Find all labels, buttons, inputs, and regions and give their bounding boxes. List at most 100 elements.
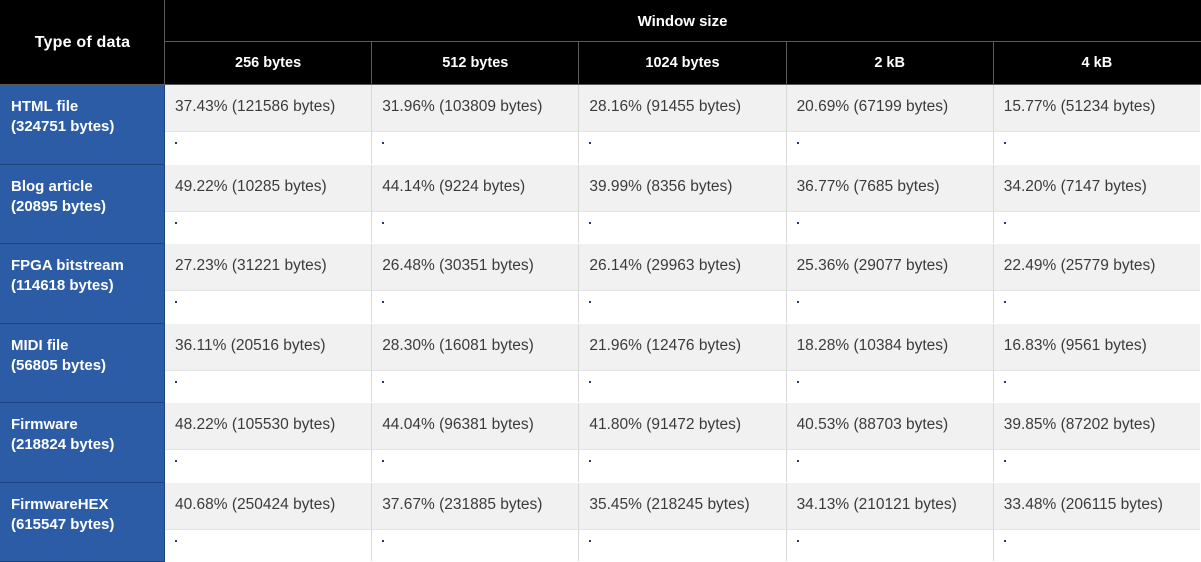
bar-fill: [1003, 142, 1006, 144]
row-label-5: FirmwareHEX (615547 bytes): [0, 481, 165, 562]
row-label-0: HTML file (324751 bytes): [0, 84, 165, 165]
table-body: HTML file (324751 bytes) 37.43% (121586 by…: [0, 84, 1201, 562]
header-col-512: 512 bytes: [371, 41, 580, 85]
row-label-name: Firmware: [11, 416, 78, 433]
data-cell: 27.23% (31221 bytes): [163, 243, 373, 324]
table-row: HTML file (324751 bytes) 37.43% (121586 by…: [0, 84, 1201, 165]
cell-bar-wrapper: [579, 529, 786, 552]
cell-bar-wrapper: [372, 529, 579, 552]
cell-bar-wrapper: [165, 370, 372, 393]
cell-value-text: 34.13% (210121 bytes): [786, 482, 993, 530]
cell-bar-wrapper: [372, 211, 579, 234]
row-label-size: (56805 bytes): [11, 356, 107, 374]
cell-value-text: 20.69% (67199 bytes): [786, 85, 993, 132]
cell-bar-wrapper: [786, 211, 993, 234]
data-cell: 40.68% (250424 bytes): [163, 481, 373, 562]
bar-fill: [382, 380, 385, 383]
bar-fill: [1003, 460, 1006, 462]
bar-fill: [589, 539, 592, 542]
data-cell: 26.48% (30351 bytes): [371, 243, 580, 324]
cell-bar-wrapper: [165, 529, 372, 552]
row-label-2: FPGA bitstream (114618 bytes): [0, 243, 165, 324]
cell-bar-wrapper: [786, 370, 993, 393]
cell-value-text: 41.80% (91472 bytes): [579, 403, 786, 450]
table-row: Blog article (20895 bytes) 49.22% (10285 b…: [0, 163, 1201, 244]
bar-fill: [796, 539, 799, 542]
cell-bar-wrapper: [372, 291, 579, 313]
comparison-table-container: Type of data Window size 256 bytes 512 b…: [0, 0, 1201, 562]
data-cell: 49.22% (10285 bytes): [163, 163, 373, 244]
table-row: FPGA bitstream (114618 bytes) 27.23% (3122…: [0, 243, 1201, 324]
data-cell: 20.69% (67199 bytes): [785, 84, 994, 165]
header-col-1024: 1024 bytes: [578, 41, 787, 85]
bar-fill: [175, 380, 177, 383]
row-label-name: FirmwareHEX: [11, 495, 109, 513]
data-cell: 21.96% (12476 bytes): [578, 322, 787, 403]
header-type-of-data: Type of data: [0, 0, 165, 85]
cell-value-text: 26.14% (29963 bytes): [579, 244, 786, 291]
cell-bar-wrapper: [579, 291, 786, 313]
bar-fill: [382, 539, 385, 542]
cell-bar-wrapper: [372, 450, 579, 472]
cell-value-text: 37.67% (231885 bytes): [372, 482, 579, 530]
cell-value-text: 48.22% (105530 bytes): [165, 403, 372, 450]
data-cell: 44.14% (9224 bytes): [371, 163, 580, 244]
cell-value-text: 18.28% (10384 bytes): [786, 323, 993, 371]
bar-fill: [796, 221, 799, 224]
cell-bar-wrapper: [165, 132, 372, 154]
bar-fill: [382, 142, 385, 144]
data-cell: 39.99% (8356 bytes): [578, 163, 787, 244]
row-label-4: Firmware (218824 bytes): [0, 402, 165, 483]
header-col-4kb: 4 kB: [992, 41, 1201, 85]
bar-fill: [382, 301, 385, 303]
data-cell: 40.53% (88703 bytes): [785, 402, 994, 483]
bar-fill: [589, 301, 592, 303]
data-cell: 18.28% (10384 bytes): [785, 322, 994, 403]
header-row-columns: 256 bytes 512 bytes 1024 bytes 2 kB 4 kB: [1, 41, 1201, 85]
bar-fill: [796, 142, 799, 144]
cell-value-text: 36.11% (20516 bytes): [165, 323, 372, 371]
row-label-size: (20895 bytes): [11, 197, 107, 215]
cell-value-text: 16.83% (9561 bytes): [993, 323, 1200, 371]
cell-value-text: 22.49% (25779 bytes): [993, 244, 1200, 291]
header-col-256: 256 bytes: [163, 41, 373, 85]
bar-fill: [796, 460, 799, 462]
bar-fill: [589, 380, 592, 383]
cell-value-text: 40.68% (250424 bytes): [165, 482, 372, 530]
data-cell: 36.11% (20516 bytes): [163, 322, 373, 403]
data-cell: 44.04% (96381 bytes): [371, 402, 580, 483]
cell-value-text: 49.22% (10285 bytes): [165, 164, 372, 212]
data-cell: 41.80% (91472 bytes): [578, 402, 787, 483]
cell-bar-wrapper: [579, 450, 786, 472]
cell-value-text: 15.77% (51234 bytes): [993, 85, 1200, 132]
cell-bar-wrapper: [165, 211, 372, 234]
cell-value-text: 35.45% (218245 bytes): [579, 482, 786, 530]
cell-value-text: 44.14% (9224 bytes): [372, 164, 579, 212]
data-cell: 34.20% (7147 bytes): [992, 163, 1201, 244]
cell-bar-wrapper: [786, 529, 993, 552]
table-row: Firmware (218824 bytes) 48.22% (105530 byt…: [0, 402, 1201, 483]
header-row-group: Type of data Window size: [0, 0, 1201, 85]
cell-bar-wrapper: [993, 211, 1200, 234]
data-cell: 37.67% (231885 bytes): [371, 481, 580, 562]
data-cell: 48.22% (105530 bytes): [163, 402, 373, 483]
data-cell: 31.96% (103809 bytes): [371, 84, 580, 165]
bar-fill: [589, 460, 592, 462]
bar-fill: [1003, 301, 1006, 303]
cell-bar-wrapper: [993, 450, 1200, 472]
data-cell: 16.83% (9561 bytes): [992, 322, 1201, 403]
cell-value-text: 36.77% (7685 bytes): [786, 164, 993, 212]
bar-fill: [175, 142, 177, 144]
data-cell: 15.77% (51234 bytes): [992, 84, 1201, 165]
cell-bar-wrapper: [993, 291, 1200, 313]
row-label-3: MIDI file (56805 bytes): [0, 322, 165, 403]
header-col-2kb: 2 kB: [785, 41, 994, 85]
cell-bar-wrapper: [786, 132, 993, 154]
cell-value-text: 21.96% (12476 bytes): [579, 323, 786, 371]
header-window-size: Window size: [164, 0, 1201, 42]
bar-fill: [1003, 380, 1006, 383]
table-row: MIDI file (56805 bytes) 36.11% (20516 byte…: [0, 322, 1201, 403]
bar-fill: [382, 221, 385, 224]
cell-value-text: 44.04% (96381 bytes): [372, 403, 579, 450]
row-label-name: Blog article: [11, 177, 93, 195]
